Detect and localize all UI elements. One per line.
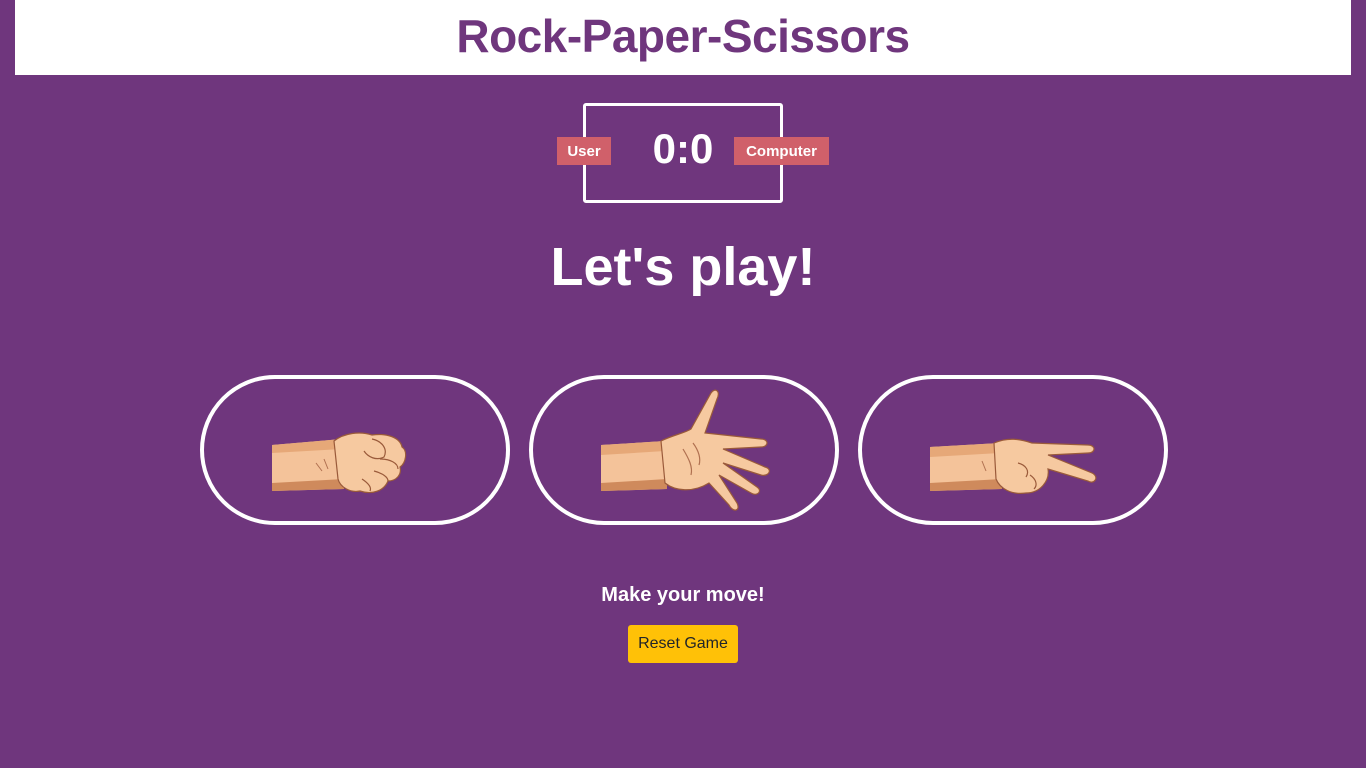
page-title: Rock-Paper-Scissors <box>456 9 910 62</box>
scissors-button[interactable] <box>858 375 1168 525</box>
reset-game-button[interactable]: Reset Game <box>628 625 738 663</box>
status-message: Make your move! <box>601 584 765 606</box>
paper-button[interactable] <box>529 375 839 525</box>
user-badge: User <box>557 137 611 165</box>
rock-button[interactable] <box>200 375 510 525</box>
header-bar: Rock-Paper-Scissors <box>15 0 1351 75</box>
lets-play-heading: Let's play! <box>550 237 816 297</box>
computer-badge: Computer <box>734 137 829 165</box>
rock-hand-icon <box>272 432 407 494</box>
paper-hand-icon <box>601 389 770 511</box>
scissors-hand-icon <box>930 438 1097 494</box>
